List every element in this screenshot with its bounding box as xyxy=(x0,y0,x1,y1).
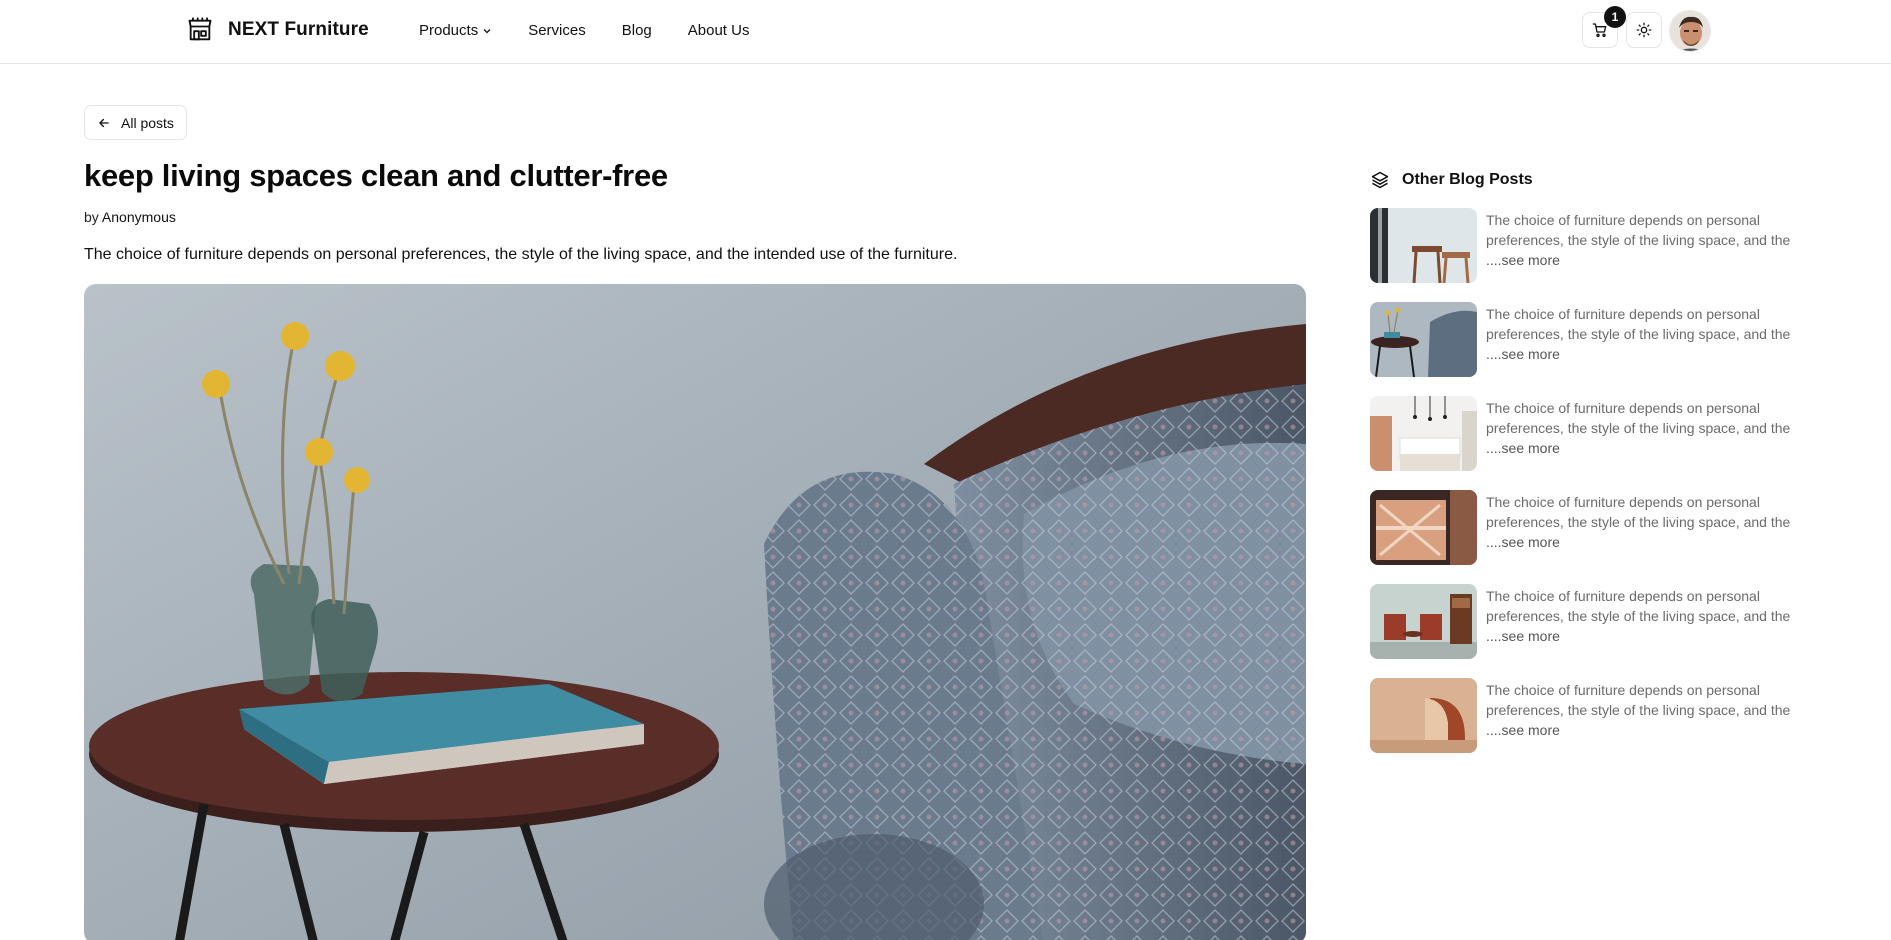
byline-prefix: by xyxy=(84,209,99,225)
post-excerpt: The choice of furniture depends on perso… xyxy=(1486,492,1802,552)
store-icon xyxy=(188,17,212,41)
author-name: Anonymous xyxy=(101,209,176,225)
user-avatar[interactable] xyxy=(1669,10,1711,52)
post-thumbnail[interactable] xyxy=(1370,490,1477,565)
post-excerpt: The choice of furniture depends on perso… xyxy=(1486,210,1802,270)
post-thumbnail[interactable] xyxy=(1370,302,1477,377)
see-more-link[interactable]: ....see more xyxy=(1486,626,1802,646)
cart-icon xyxy=(1592,23,1607,37)
all-posts-label: All posts xyxy=(121,114,174,131)
sidebar-post[interactable]: The choice of furniture depends on perso… xyxy=(1370,302,1802,377)
post-thumbnail[interactable] xyxy=(1370,396,1477,471)
excerpt-line-2: preferences, the style of the living spa… xyxy=(1486,608,1791,624)
layers-icon xyxy=(1371,171,1389,189)
nav-blog-label: Blog xyxy=(621,22,652,39)
see-more-link[interactable]: ....see more xyxy=(1486,532,1802,552)
see-more-link[interactable]: ....see more xyxy=(1486,720,1802,740)
thumb-image xyxy=(1370,584,1477,659)
post-excerpt: The choice of furniture depends on perso… xyxy=(1486,304,1802,364)
nav-products[interactable]: Products xyxy=(419,22,492,39)
post-thumbnail[interactable] xyxy=(1370,208,1477,283)
nav-services[interactable]: Services xyxy=(528,22,586,39)
chevron-down-icon xyxy=(483,28,491,33)
cart-count-badge: 1 xyxy=(1604,6,1626,28)
brand-name: NEXT Furniture xyxy=(228,19,369,40)
other-posts-heading: Other Blog Posts xyxy=(1370,170,1533,190)
sun-icon xyxy=(1636,22,1652,38)
sidebar-post[interactable]: The choice of furniture depends on perso… xyxy=(1370,678,1802,753)
excerpt-line-2: preferences, the style of the living spa… xyxy=(1486,420,1791,436)
see-more-link[interactable]: ....see more xyxy=(1486,250,1802,270)
excerpt-line-1: The choice of furniture depends on perso… xyxy=(1486,306,1760,322)
post-lead: The choice of furniture depends on perso… xyxy=(84,246,958,263)
nav-products-label: Products xyxy=(419,22,479,39)
sidebar-post[interactable]: The choice of furniture depends on perso… xyxy=(1370,490,1802,565)
sidebar-post[interactable]: The choice of furniture depends on perso… xyxy=(1370,208,1802,283)
post-thumbnail[interactable] xyxy=(1370,584,1477,659)
sidebar-post[interactable]: The choice of furniture depends on perso… xyxy=(1370,396,1802,471)
excerpt-line-1: The choice of furniture depends on perso… xyxy=(1486,400,1760,416)
theme-toggle-button[interactable] xyxy=(1626,12,1662,48)
post-title: keep living spaces clean and clutter-fre… xyxy=(84,158,668,193)
hero-illustration xyxy=(84,284,1306,940)
brand-link[interactable]: NEXT Furniture xyxy=(186,16,369,44)
nav-about-label: About Us xyxy=(687,22,750,39)
excerpt-line-2: preferences, the style of the living spa… xyxy=(1486,326,1791,342)
thumb-image xyxy=(1370,490,1477,565)
nav-blog[interactable]: Blog xyxy=(622,22,652,39)
sidebar-post[interactable]: The choice of furniture depends on perso… xyxy=(1370,584,1802,659)
excerpt-line-1: The choice of furniture depends on perso… xyxy=(1486,212,1760,228)
all-posts-button[interactable]: All posts xyxy=(84,105,187,140)
see-more-link[interactable]: ....see more xyxy=(1486,438,1802,458)
excerpt-line-1: The choice of furniture depends on perso… xyxy=(1486,682,1760,698)
thumb-image xyxy=(1370,302,1477,377)
thumb-image xyxy=(1370,396,1477,471)
post-byline: by Anonymous xyxy=(84,209,176,225)
post-excerpt: The choice of furniture depends on perso… xyxy=(1486,680,1802,740)
post-excerpt: The choice of furniture depends on perso… xyxy=(1486,398,1802,458)
hero-image xyxy=(84,284,1306,940)
excerpt-line-2: preferences, the style of the living spa… xyxy=(1486,702,1791,718)
avatar-image xyxy=(1670,11,1710,51)
thumb-image xyxy=(1370,208,1477,283)
other-posts-title: Other Blog Posts xyxy=(1402,171,1533,188)
excerpt-line-1: The choice of furniture depends on perso… xyxy=(1486,494,1760,510)
excerpt-line-2: preferences, the style of the living spa… xyxy=(1486,232,1791,248)
nav-services-label: Services xyxy=(528,22,586,39)
nav-about-us[interactable]: About Us xyxy=(688,22,750,39)
see-more-link[interactable]: ....see more xyxy=(1486,344,1802,364)
excerpt-line-2: preferences, the style of the living spa… xyxy=(1486,514,1791,530)
excerpt-line-1: The choice of furniture depends on perso… xyxy=(1486,588,1760,604)
main-nav: Products Services Blog About Us xyxy=(419,22,749,39)
post-thumbnail[interactable] xyxy=(1370,678,1477,753)
post-excerpt: The choice of furniture depends on perso… xyxy=(1486,586,1802,646)
arrow-left-icon xyxy=(99,118,109,127)
thumb-image xyxy=(1370,678,1477,753)
